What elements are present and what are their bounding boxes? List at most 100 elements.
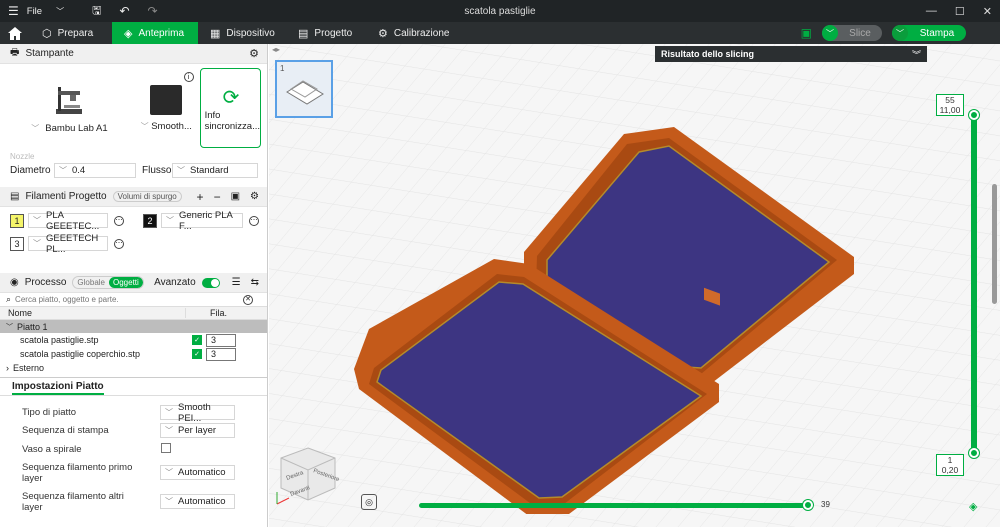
home-button[interactable] <box>0 22 30 44</box>
tab-anteprima[interactable]: ◈ Anteprima <box>112 22 198 44</box>
height-top-value: 11,00 <box>939 105 961 115</box>
plate-type-select[interactable]: ﹀ Smooth PEI... <box>160 402 235 424</box>
search-input[interactable] <box>15 295 236 304</box>
flow-select[interactable]: ﹀ Standard <box>172 162 258 178</box>
purge-volumes-button[interactable]: Volumi di spurgo <box>112 191 182 202</box>
advanced-toggle[interactable] <box>201 277 220 288</box>
undo-icon[interactable]: ↶ <box>119 4 129 18</box>
chevron-down-icon[interactable]: ﹀ <box>892 25 908 41</box>
title-bar: ☰ File ﹀ 🖫 ↶ ↷ scatola pastiglie — ☐ ✕ <box>0 0 1000 22</box>
more-icon[interactable]: ⋯ <box>249 215 259 226</box>
preview-canvas[interactable]: ◂▸ 1 Risultato dello slicing ︾ Destra Po… <box>269 44 1000 527</box>
spiral-vase-checkbox[interactable] <box>161 443 171 453</box>
chevron-down-icon[interactable]: ﹀ <box>822 25 838 41</box>
external-label: Esterno <box>13 363 45 373</box>
slicing-result-header[interactable]: Risultato dello slicing ︾ <box>655 46 927 62</box>
filament-name: PLA GEEETEC... <box>46 209 100 232</box>
home-icon <box>8 26 22 40</box>
move-slider[interactable] <box>419 503 809 508</box>
clear-icon[interactable]: ✕ <box>243 294 254 305</box>
layers-icon[interactable]: ◈ <box>969 500 977 513</box>
filament-select[interactable]: ﹀ Generic PLA F... <box>161 210 243 232</box>
diameter-label: Diametro <box>10 164 51 176</box>
print-sequence-select[interactable]: ﹀ Per layer <box>160 423 235 438</box>
layer-slider[interactable] <box>971 114 977 454</box>
setting-label-cont: layer <box>22 473 43 484</box>
setting-value: Smooth PEI... <box>178 401 211 424</box>
printer-card[interactable]: ﹀ Bambu Lab A1 <box>6 68 133 148</box>
remove-icon[interactable]: − <box>214 190 221 204</box>
add-icon[interactable]: + <box>197 190 204 204</box>
diameter-value: 0.4 <box>72 164 86 176</box>
chevron-down-icon[interactable]: ﹀ <box>6 322 13 332</box>
info-icon[interactable]: i <box>183 72 194 82</box>
tab-label: Progetto <box>314 27 353 39</box>
file-menu[interactable]: File <box>27 6 42 17</box>
setting-label: Tipo di piatto <box>22 407 77 418</box>
table-row[interactable]: scatola pastiglie coperchio.stp ✓ 3 <box>0 347 267 361</box>
first-layer-sequence-select[interactable]: ﹀ Automatico <box>160 465 235 480</box>
print-button[interactable]: ﹀ Stampa <box>892 25 966 41</box>
canvas-scrollbar[interactable] <box>992 184 997 304</box>
filament-select[interactable]: ﹀ GEEETECH PL... <box>28 233 108 255</box>
filament-index[interactable]: 3 <box>206 347 236 361</box>
more-icon[interactable]: ⋯ <box>114 215 124 226</box>
layer-slider-bottom-handle[interactable] <box>969 448 979 458</box>
maximize-button[interactable]: ☐ <box>955 5 965 18</box>
redo-icon[interactable]: ↷ <box>148 4 158 18</box>
compare-icon[interactable]: ⇆ <box>251 277 259 288</box>
chevron-right-icon[interactable]: › <box>0 363 9 373</box>
move-slider-handle[interactable] <box>803 500 813 510</box>
diameter-select[interactable]: ﹀ 0.4 <box>54 162 136 178</box>
settings-icon[interactable]: ⚙ <box>249 47 259 60</box>
focus-icon[interactable]: ◎ <box>361 494 377 510</box>
slice-label: Slice <box>849 27 871 39</box>
plate-card[interactable]: i ﹀ Smooth... <box>138 68 194 148</box>
tab-progetto[interactable]: ▤ Progetto <box>286 22 366 44</box>
sync-info-button[interactable]: ⟳ Info sincronizza... <box>199 68 261 148</box>
tab-calibrazione[interactable]: ⚙ Calibrazione <box>366 22 456 44</box>
filament-select[interactable]: ﹀ PLA GEEETEC... <box>28 210 108 232</box>
checkbox-checked-icon[interactable]: ✓ <box>192 335 202 345</box>
close-button[interactable]: ✕ <box>983 5 992 18</box>
plate-icon[interactable]: ▣ <box>801 26 812 40</box>
seg-objects[interactable]: Oggetti <box>109 277 143 288</box>
filament-number: 3 <box>10 236 24 251</box>
filament-item[interactable]: 3 ﹀ GEEETECH PL... ⋯ <box>10 233 124 255</box>
tab-dispositivo[interactable]: ▦ Dispositivo <box>198 22 286 44</box>
slice-button[interactable]: ﹀ Slice <box>822 25 882 41</box>
sync-ams-icon[interactable]: ▣ <box>231 191 240 202</box>
tab-prepara[interactable]: ⬡ Prepara <box>30 22 112 44</box>
other-layers-sequence-select[interactable]: ﹀ Automatico <box>160 494 235 509</box>
plate-row[interactable]: ﹀ Piatto 1 <box>0 320 267 333</box>
list-icon[interactable]: ☰ <box>232 277 241 288</box>
sync-label: Info <box>204 109 221 121</box>
layer-slider-top-handle[interactable] <box>969 110 979 120</box>
save-icon[interactable]: 🖫 <box>92 2 101 21</box>
checkbox-checked-icon[interactable]: ✓ <box>192 349 202 359</box>
process-section-header: ◉ Processo Globale Oggetti Avanzato ☰ ⇆ <box>0 273 267 293</box>
seg-global[interactable]: Globale <box>73 277 109 288</box>
plate-label: Piatto 1 <box>17 321 48 332</box>
settings-icon[interactable]: ⚙ <box>250 191 259 202</box>
minimize-button[interactable]: — <box>926 5 937 17</box>
more-icon[interactable]: ⋯ <box>114 238 124 249</box>
chevron-down-icon[interactable]: ︾ <box>912 48 921 61</box>
filament-item[interactable]: 1 ﹀ PLA GEEETEC... ⋯ <box>10 210 124 232</box>
filament-name: Generic PLA F... <box>179 209 233 232</box>
hamburger-menu-icon[interactable]: ☰ <box>8 4 19 18</box>
collapse-icon[interactable]: ◂▸ <box>272 45 280 54</box>
filament-item[interactable]: 2 ﹀ Generic PLA F... ⋯ <box>143 210 259 232</box>
view-cube[interactable]: Destra Posteriore Davanti <box>273 444 343 508</box>
chevron-down-icon[interactable]: ﹀ <box>56 6 64 17</box>
plate-settings-tab[interactable]: Impostazioni Piatto <box>12 381 104 395</box>
table-row[interactable]: scatola pastiglie.stp ✓ 3 <box>0 333 267 347</box>
table-row[interactable]: › Esterno <box>0 361 267 375</box>
process-scope-toggle[interactable]: Globale Oggetti <box>72 276 144 289</box>
plate-settings: Impostazioni Piatto Tipo di piatto ﹀ Smoo… <box>0 377 267 527</box>
sliced-model[interactable] <box>309 84 909 514</box>
filament-index[interactable]: 3 <box>206 333 236 347</box>
height-bottom-value: 0,20 <box>941 465 959 475</box>
main-nav: ⬡ Prepara ◈ Anteprima ▦ Dispositivo ▤ Pr… <box>0 22 1000 44</box>
filament-section-header: ▤ Filamenti Progetto Volumi di spurgo + … <box>0 187 267 207</box>
